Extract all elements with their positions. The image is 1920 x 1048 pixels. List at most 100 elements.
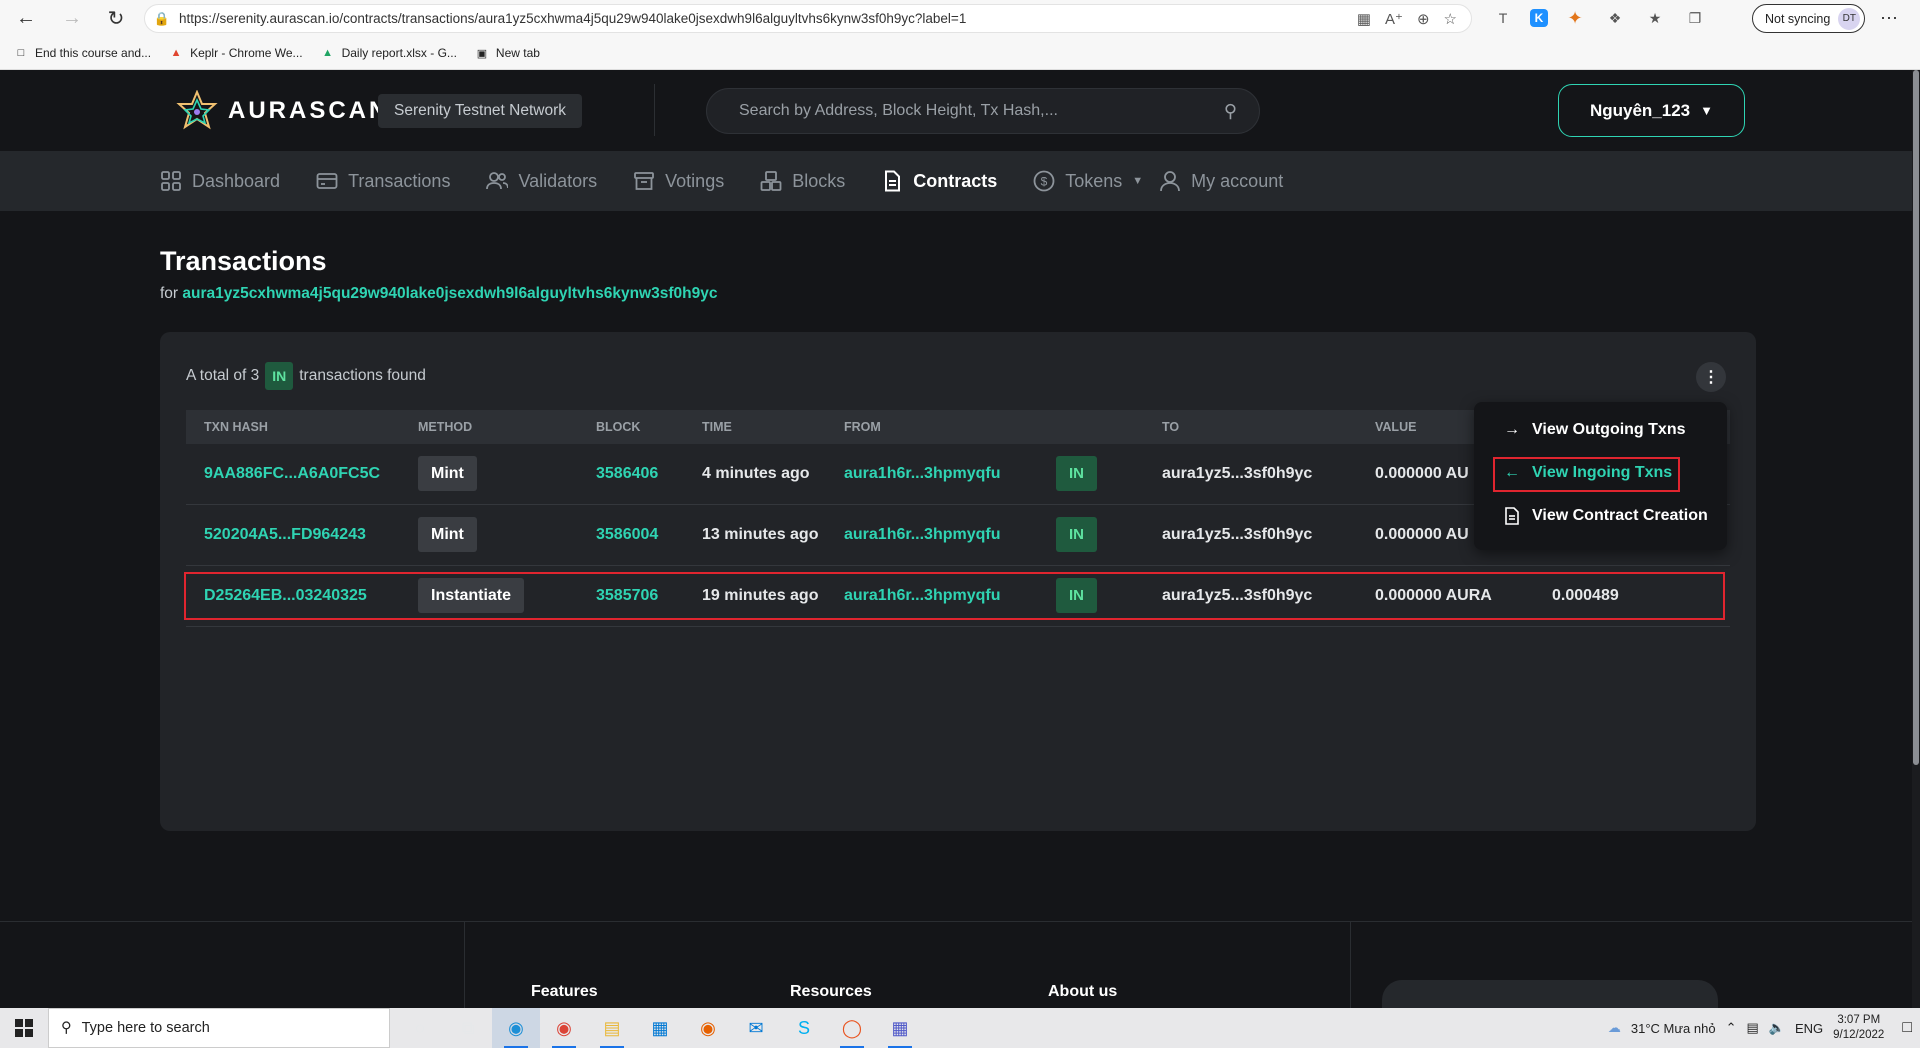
footer-link-resources[interactable]: Resources bbox=[790, 983, 872, 1001]
block-link[interactable]: 3586406 bbox=[596, 465, 658, 483]
footer-link-features[interactable]: Features bbox=[531, 983, 598, 1001]
bookmark-item[interactable]: ▣ New tab bbox=[475, 46, 540, 60]
coin-icon: $ bbox=[1033, 170, 1055, 192]
column-header-block: BLOCK bbox=[596, 420, 641, 434]
profile-avatar: DT bbox=[1838, 7, 1861, 30]
footer-divider bbox=[1350, 922, 1351, 1012]
cortana-icon[interactable]: ○ bbox=[396, 1008, 444, 1048]
method-badge: Mint bbox=[418, 517, 477, 552]
nav-item-my-account[interactable]: My account bbox=[1159, 170, 1283, 192]
profile-sync-button[interactable]: Not syncing DT bbox=[1752, 4, 1866, 33]
newtab-icon: ▣ bbox=[476, 47, 488, 60]
bookmark-item[interactable]: ▲ Daily report.xlsx - G... bbox=[321, 46, 457, 60]
weather-text[interactable]: 31°C Mưa nhỏ bbox=[1631, 1021, 1716, 1036]
favorites-icon[interactable]: ★ bbox=[1642, 6, 1668, 30]
users-icon bbox=[486, 172, 509, 190]
search-input[interactable] bbox=[739, 102, 1224, 120]
chevron-up-icon[interactable]: ⌃ bbox=[1726, 1020, 1737, 1036]
app-available-icon[interactable]: ▦ bbox=[1357, 10, 1371, 28]
zoom-icon[interactable]: ⊕ bbox=[1417, 10, 1430, 28]
nav-item-dashboard[interactable]: Dashboard bbox=[160, 170, 280, 192]
read-aloud-icon[interactable]: A⁺ bbox=[1385, 10, 1403, 28]
aurascan-logo-icon bbox=[176, 90, 218, 130]
account-dropdown-button[interactable]: Nguyên_123 ▼ bbox=[1558, 84, 1745, 137]
footer-link-about-us[interactable]: About us bbox=[1048, 983, 1117, 1001]
search-bar: ⚲ bbox=[706, 88, 1260, 134]
page-title: Transactions bbox=[160, 246, 327, 276]
address-bar[interactable]: 🔒 https://serenity.aurascan.io/contracts… bbox=[144, 4, 1472, 33]
site-header: AURASCAN Serenity Testnet Network ⚲ Nguy… bbox=[0, 70, 1912, 151]
favorite-star-icon[interactable]: ☆ bbox=[1444, 10, 1457, 28]
drive-icon: ▲ bbox=[322, 47, 333, 59]
forward-button[interactable]: → bbox=[54, 0, 90, 36]
weather-icon[interactable]: ☁ bbox=[1608, 1020, 1621, 1036]
taskbar-search[interactable]: ⚲ Type here to search bbox=[48, 1008, 390, 1048]
archive-icon bbox=[634, 172, 655, 190]
contract-address-link[interactable]: aura1yz5cxhwma4j5qu29w940lake0jsexdwh9l6… bbox=[182, 285, 717, 302]
search-icon[interactable]: ⚲ bbox=[1224, 101, 1237, 122]
collections-icon[interactable]: ❐ bbox=[1682, 6, 1708, 30]
extensions-puzzle-icon[interactable]: ❖ bbox=[1602, 6, 1628, 30]
from-address-link[interactable]: aura1h6r...3hpmyqfu bbox=[844, 526, 1001, 544]
translate-extension-icon[interactable]: T bbox=[1490, 6, 1516, 30]
to-address: aura1yz5...3sf0h9yc bbox=[1162, 526, 1313, 543]
ubuntu-icon[interactable]: ◯ bbox=[828, 1008, 876, 1048]
bookmark-item[interactable]: □ End this course and... bbox=[14, 46, 151, 60]
nav-item-tokens[interactable]: $ Tokens ▼ bbox=[1033, 170, 1143, 192]
lock-icon: 🔒 bbox=[153, 10, 171, 26]
metamask-extension-icon[interactable]: ✦ bbox=[1562, 6, 1588, 30]
direction-badge: IN bbox=[1056, 456, 1097, 491]
row-highlight-box bbox=[184, 572, 1725, 620]
keplr-extension-icon[interactable]: K bbox=[1530, 9, 1548, 27]
nav-item-contracts[interactable]: Contracts bbox=[881, 170, 997, 192]
keplr-icon: ▲ bbox=[170, 47, 182, 59]
block-link[interactable]: 3586004 bbox=[596, 526, 658, 544]
language-indicator[interactable]: ENG bbox=[1795, 1021, 1823, 1036]
direction-badge: IN bbox=[1056, 517, 1097, 552]
task-view-icon[interactable]: ⧉ bbox=[444, 1008, 492, 1048]
txn-time: 13 minutes ago bbox=[702, 526, 819, 543]
txn-hash-link[interactable]: 9AA886FC...A6A0FC5C bbox=[204, 465, 380, 483]
url-text[interactable]: https://serenity.aurascan.io/contracts/t… bbox=[179, 11, 1357, 26]
notifications-icon[interactable]: □ bbox=[1902, 1019, 1912, 1037]
txn-time: 4 minutes ago bbox=[702, 465, 810, 482]
reload-button[interactable]: ↻ bbox=[98, 0, 134, 36]
taskbar-clock[interactable]: 3:07 PM 9/12/2022 bbox=[1833, 1013, 1884, 1043]
scrollbar-thumb[interactable] bbox=[1913, 70, 1919, 765]
store-icon[interactable]: ▦ bbox=[636, 1008, 684, 1048]
from-address-link[interactable]: aura1h6r...3hpmyqfu bbox=[844, 465, 1001, 483]
windows-start-icon[interactable] bbox=[0, 1008, 48, 1048]
browser-menu-icon[interactable]: ⋯ bbox=[1880, 8, 1898, 29]
chrome-icon[interactable]: ◉ bbox=[540, 1008, 588, 1048]
footer-divider bbox=[464, 922, 465, 1012]
user-icon bbox=[1160, 171, 1181, 192]
bookmark-item[interactable]: ▲ Keplr - Chrome We... bbox=[169, 46, 303, 60]
volume-icon[interactable]: 🔈 bbox=[1769, 1020, 1785, 1036]
firefox-icon[interactable]: ◉ bbox=[684, 1008, 732, 1048]
column-header-txn-hash: TXN HASH bbox=[204, 420, 268, 434]
nav-item-votings[interactable]: Votings bbox=[633, 170, 724, 192]
to-address: aura1yz5...3sf0h9yc bbox=[1162, 465, 1313, 482]
skype-icon[interactable]: S bbox=[780, 1008, 828, 1048]
aurascan-logo[interactable]: AURASCAN bbox=[176, 90, 389, 132]
teams-icon[interactable]: ▦ bbox=[876, 1008, 924, 1048]
txn-value: 0.000000 AU bbox=[1375, 526, 1469, 543]
edge-browser-icon[interactable]: ◉ bbox=[492, 1008, 540, 1048]
nav-item-transactions[interactable]: Transactions bbox=[316, 170, 450, 192]
txn-hash-link[interactable]: 520204A5...FD964243 bbox=[204, 526, 366, 544]
mail-icon[interactable]: ✉ bbox=[732, 1008, 780, 1048]
nav-item-blocks[interactable]: Blocks bbox=[760, 170, 845, 192]
menu-item-view-outgoing[interactable]: → View Outgoing Txns bbox=[1504, 421, 1686, 439]
back-button[interactable]: ← bbox=[8, 0, 44, 36]
column-header-method: METHOD bbox=[418, 420, 473, 434]
more-options-button[interactable]: ⋮ bbox=[1696, 362, 1726, 392]
menu-item-view-contract-creation[interactable]: View Contract Creation bbox=[1504, 507, 1708, 525]
arrow-right-icon: → bbox=[1504, 421, 1520, 438]
page-scrollbar[interactable] bbox=[1912, 70, 1920, 1011]
file-explorer-icon[interactable]: ▤ bbox=[588, 1008, 636, 1048]
menu-highlight-box bbox=[1493, 457, 1680, 492]
nav-item-validators[interactable]: Validators bbox=[486, 170, 597, 192]
for-label: for bbox=[160, 285, 179, 302]
document-icon bbox=[1505, 507, 1519, 525]
network-icon[interactable]: ▤ bbox=[1747, 1020, 1759, 1036]
